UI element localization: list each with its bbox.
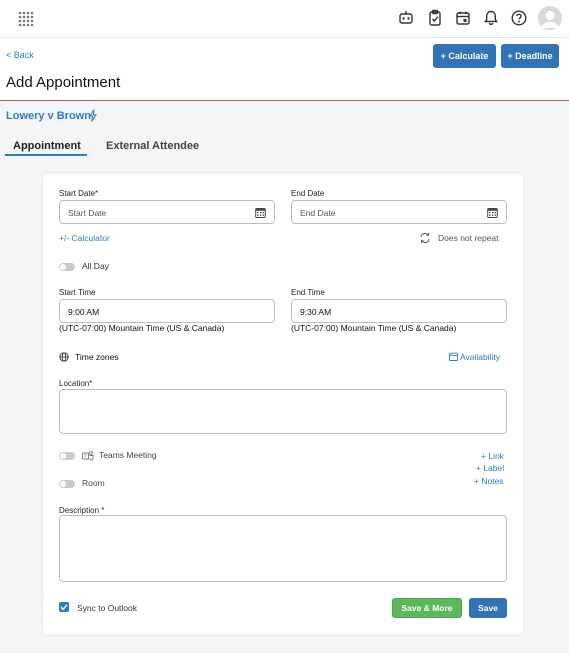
active-tab-indicator xyxy=(5,154,87,156)
notifications-bell-icon[interactable] xyxy=(482,9,500,27)
repeat-icon[interactable] xyxy=(419,232,431,244)
page-header: < Back Add Appointment + Calculate + Dea… xyxy=(0,38,569,101)
lightning-bolt-icon xyxy=(89,109,97,122)
add-notes-link[interactable]: + Notes xyxy=(474,476,504,486)
teams-meeting-toggle[interactable] xyxy=(59,452,75,460)
location-field[interactable] xyxy=(59,389,507,434)
start-date-placeholder: Start Date xyxy=(68,208,107,218)
start-timezone-text: (UTC-07:00) Mountain Time (US & Canada) xyxy=(59,323,225,333)
room-label: Room xyxy=(82,478,105,488)
back-link[interactable]: < Back xyxy=(6,50,34,60)
start-time-field[interactable]: 9:00 AM xyxy=(59,299,275,323)
start-date-label: Start Date* xyxy=(59,189,99,198)
description-label: Description * xyxy=(59,506,105,515)
teams-meeting-label: Teams Meeting xyxy=(99,450,157,460)
sync-outlook-checkbox[interactable] xyxy=(59,602,69,612)
end-time-field[interactable]: 9:30 AM xyxy=(291,299,507,323)
repeat-label[interactable]: Does not repeat xyxy=(438,233,498,243)
calendar-icon[interactable] xyxy=(255,207,266,218)
description-field[interactable] xyxy=(59,515,507,582)
tasks-clipboard-icon[interactable] xyxy=(426,9,444,27)
add-label-link[interactable]: + Label xyxy=(476,463,504,473)
sync-outlook-label: Sync to Outlook xyxy=(77,603,138,613)
time-zones-link[interactable]: Time zones xyxy=(75,352,119,362)
calculate-button[interactable]: + Calculate xyxy=(433,44,496,68)
user-avatar[interactable] xyxy=(538,6,562,30)
top-bar xyxy=(0,0,569,38)
end-date-label: End Date xyxy=(291,189,325,198)
svg-text:T: T xyxy=(84,454,87,460)
room-toggle[interactable] xyxy=(59,480,75,488)
checkmark-icon xyxy=(60,604,68,611)
end-date-field[interactable]: End Date xyxy=(291,200,507,224)
end-timezone-text: (UTC-07:00) Mountain Time (US & Canada) xyxy=(291,323,457,333)
app-launcher-icon[interactable] xyxy=(17,10,35,28)
save-button[interactable]: Save xyxy=(469,598,507,618)
calculator-link[interactable]: +/- Calculator xyxy=(59,233,110,243)
robot-assistant-icon[interactable] xyxy=(397,9,415,27)
availability-link[interactable]: Availability xyxy=(460,352,500,362)
teams-icon: T xyxy=(82,451,94,461)
location-label: Location* xyxy=(59,379,93,388)
tab-external-attendee[interactable]: External Attendee xyxy=(106,140,199,152)
tab-appointment[interactable]: Appointment xyxy=(13,140,81,152)
add-link-link[interactable]: + Link xyxy=(481,451,504,461)
globe-icon xyxy=(59,352,69,362)
all-day-label: All Day xyxy=(82,261,109,271)
page-title: Add Appointment xyxy=(6,74,121,91)
matter-name-link[interactable]: Lowery v Brown xyxy=(6,110,91,122)
end-date-placeholder: End Date xyxy=(300,208,336,218)
start-date-field[interactable]: Start Date xyxy=(59,200,275,224)
help-icon[interactable] xyxy=(510,9,528,27)
calendar-note-icon[interactable] xyxy=(454,9,472,27)
end-time-value: 9:30 AM xyxy=(300,307,332,317)
calendar-icon[interactable] xyxy=(487,207,498,218)
save-and-more-button[interactable]: Save & More xyxy=(392,598,462,618)
all-day-toggle[interactable] xyxy=(59,263,75,271)
start-time-label: Start Time xyxy=(59,288,96,297)
start-time-value: 9:00 AM xyxy=(68,307,100,317)
calendar-icon xyxy=(449,352,458,361)
user-silhouette-icon xyxy=(541,11,559,28)
end-time-label: End Time xyxy=(291,288,325,297)
deadline-button[interactable]: + Deadline xyxy=(501,44,559,68)
